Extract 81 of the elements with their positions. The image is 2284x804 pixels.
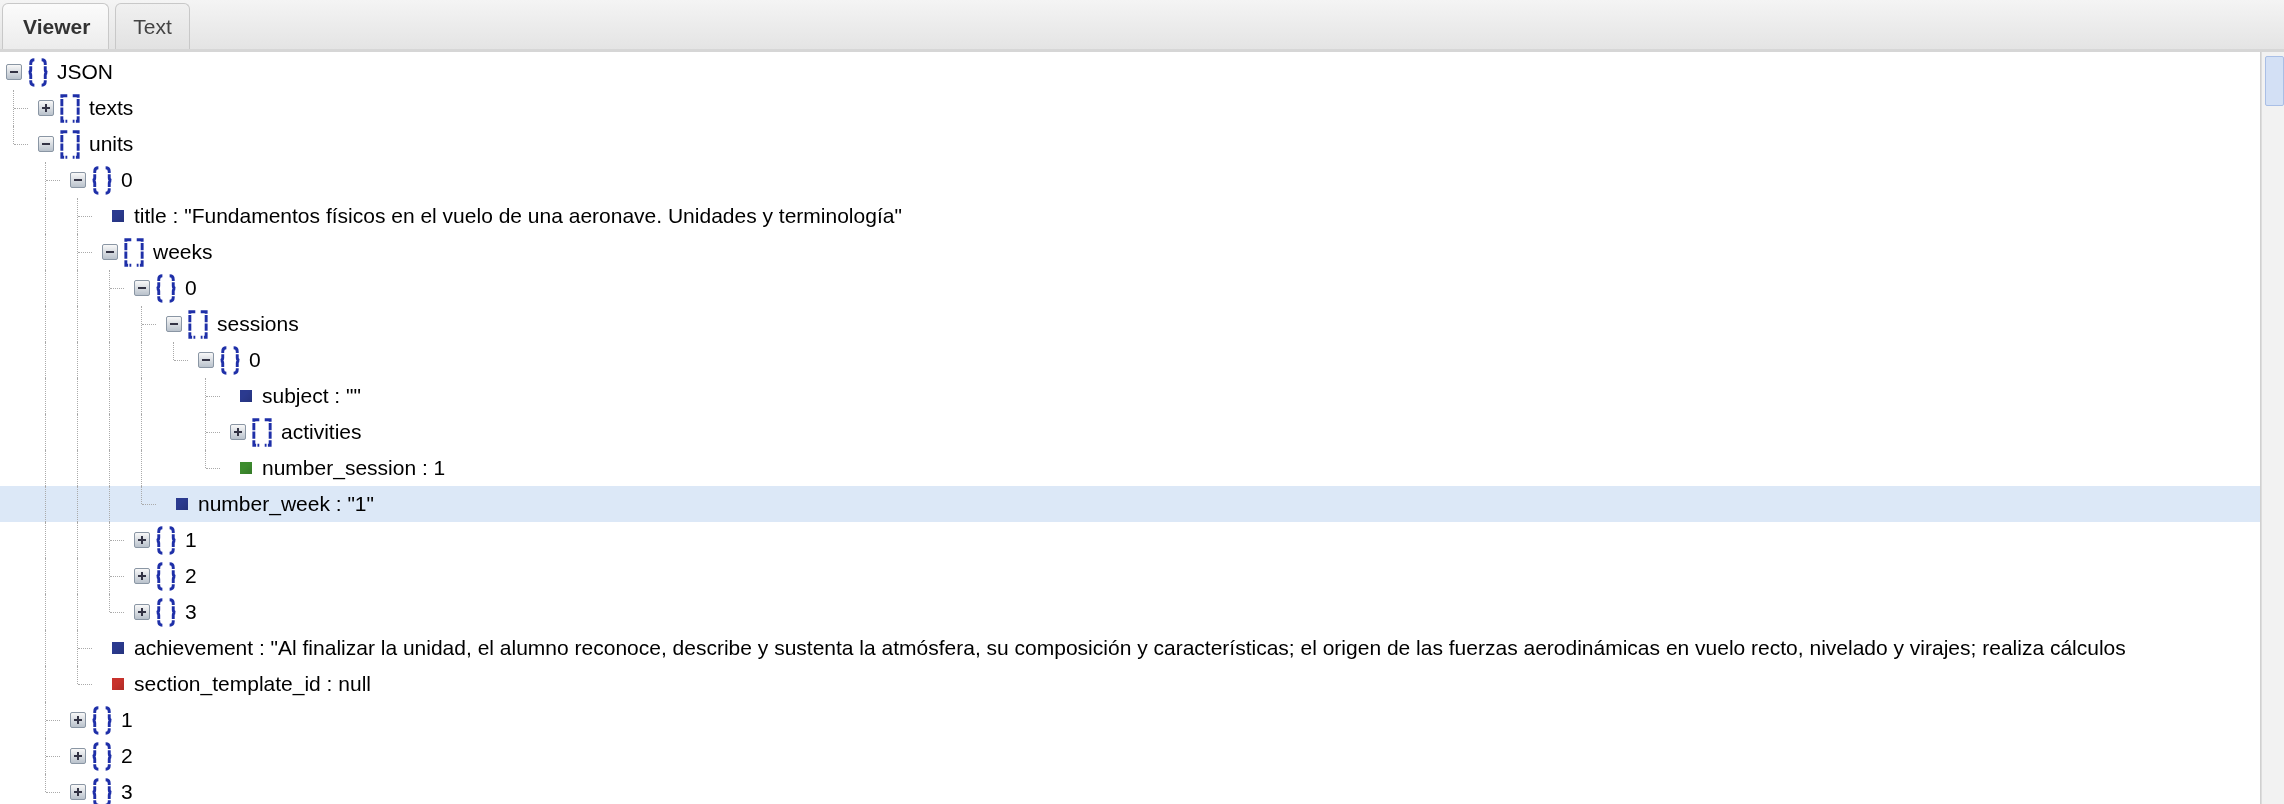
braces-icon: [90, 777, 114, 804]
node-value: section_template_id : null: [134, 672, 371, 696]
braces-icon: [90, 741, 114, 771]
node-label: 1: [185, 528, 197, 552]
tree-row[interactable]: texts: [0, 90, 2260, 126]
expand-toggle[interactable]: [70, 748, 86, 764]
value-type-icon: [240, 462, 252, 474]
node-label: 2: [121, 744, 133, 768]
tree-row[interactable]: sessions: [0, 306, 2260, 342]
node-value: number_session : 1: [262, 456, 446, 480]
scroll-thumb[interactable]: [2265, 56, 2284, 106]
collapse-toggle[interactable]: [102, 244, 118, 260]
tree-row[interactable]: subject : "": [0, 378, 2260, 414]
tree-row[interactable]: number_week : "1": [0, 486, 2260, 522]
value-type-icon: [112, 642, 124, 654]
collapse-toggle[interactable]: [166, 316, 182, 332]
tree-row[interactable]: 2: [0, 558, 2260, 594]
tree-row[interactable]: 0: [0, 342, 2260, 378]
brackets-icon: [186, 309, 210, 339]
brackets-icon: [122, 237, 146, 267]
collapse-toggle[interactable]: [134, 280, 150, 296]
tree-row[interactable]: 1: [0, 702, 2260, 738]
tree-row[interactable]: title : "Fundamentos físicos en el vuelo de una aeronave. Unidades y terminología": [0, 198, 2260, 234]
node-value: achievement : "Al finalizar la unidad, el alumno reconoce, describe y sustenta la atmósfera, su composición y características; el origen de las fuerzas aerodinámicas en vuelo recto, nivelado y virajes; realiza cálculos: [134, 636, 2126, 660]
collapse-toggle[interactable]: [6, 64, 22, 80]
tree-row[interactable]: 1: [0, 522, 2260, 558]
brackets-icon: [58, 93, 82, 123]
node-label: JSON: [57, 60, 113, 84]
braces-icon: [90, 165, 114, 195]
node-label: texts: [89, 96, 134, 120]
value-type-icon: [176, 498, 188, 510]
collapse-toggle[interactable]: [70, 172, 86, 188]
tree-row[interactable]: 3: [0, 774, 2260, 804]
braces-icon: [154, 273, 178, 303]
expand-toggle[interactable]: [134, 568, 150, 584]
node-label: sessions: [217, 312, 299, 336]
tree-row[interactable]: JSON: [0, 54, 2260, 90]
braces-icon: [218, 345, 242, 375]
node-label: units: [89, 132, 134, 156]
node-value: title : "Fundamentos físicos en el vuelo de una aeronave. Unidades y terminología": [134, 204, 902, 228]
expand-toggle[interactable]: [134, 532, 150, 548]
node-label: 3: [185, 600, 197, 624]
scrollbar[interactable]: [2261, 52, 2284, 804]
expand-toggle[interactable]: [38, 100, 54, 116]
collapse-toggle[interactable]: [38, 136, 54, 152]
node-value: subject : "": [262, 384, 361, 408]
value-type-icon: [112, 678, 124, 690]
tree-row[interactable]: 0: [0, 162, 2260, 198]
node-value: number_week : "1": [198, 492, 374, 516]
braces-icon: [154, 561, 178, 591]
tree-row[interactable]: section_template_id : null: [0, 666, 2260, 702]
expand-toggle[interactable]: [70, 712, 86, 728]
node-label: activities: [281, 420, 362, 444]
tree-row[interactable]: 3: [0, 594, 2260, 630]
value-type-icon: [112, 210, 124, 222]
expand-toggle[interactable]: [134, 604, 150, 620]
node-label: 0: [121, 168, 133, 192]
tree-row[interactable]: weeks: [0, 234, 2260, 270]
tree-row[interactable]: activities: [0, 414, 2260, 450]
tab[interactable]: Text: [115, 3, 190, 49]
node-label: 0: [249, 348, 261, 372]
braces-icon: [154, 597, 178, 627]
tree-row[interactable]: units: [0, 126, 2260, 162]
expand-toggle[interactable]: [70, 784, 86, 800]
tree-row[interactable]: 2: [0, 738, 2260, 774]
node-label: weeks: [153, 240, 213, 264]
braces-icon: [26, 57, 50, 87]
node-label: 3: [121, 780, 133, 804]
tab[interactable]: Viewer: [2, 3, 110, 49]
braces-icon: [90, 705, 114, 735]
tree-row[interactable]: number_session : 1: [0, 450, 2260, 486]
value-type-icon: [240, 390, 252, 402]
brackets-icon: [58, 129, 82, 159]
brackets-icon: [250, 417, 274, 447]
braces-icon: [154, 525, 178, 555]
node-label: 0: [185, 276, 197, 300]
tree-row[interactable]: 0: [0, 270, 2260, 306]
node-label: 2: [185, 564, 197, 588]
collapse-toggle[interactable]: [198, 352, 214, 368]
node-label: 1: [121, 708, 133, 732]
expand-toggle[interactable]: [230, 424, 246, 440]
